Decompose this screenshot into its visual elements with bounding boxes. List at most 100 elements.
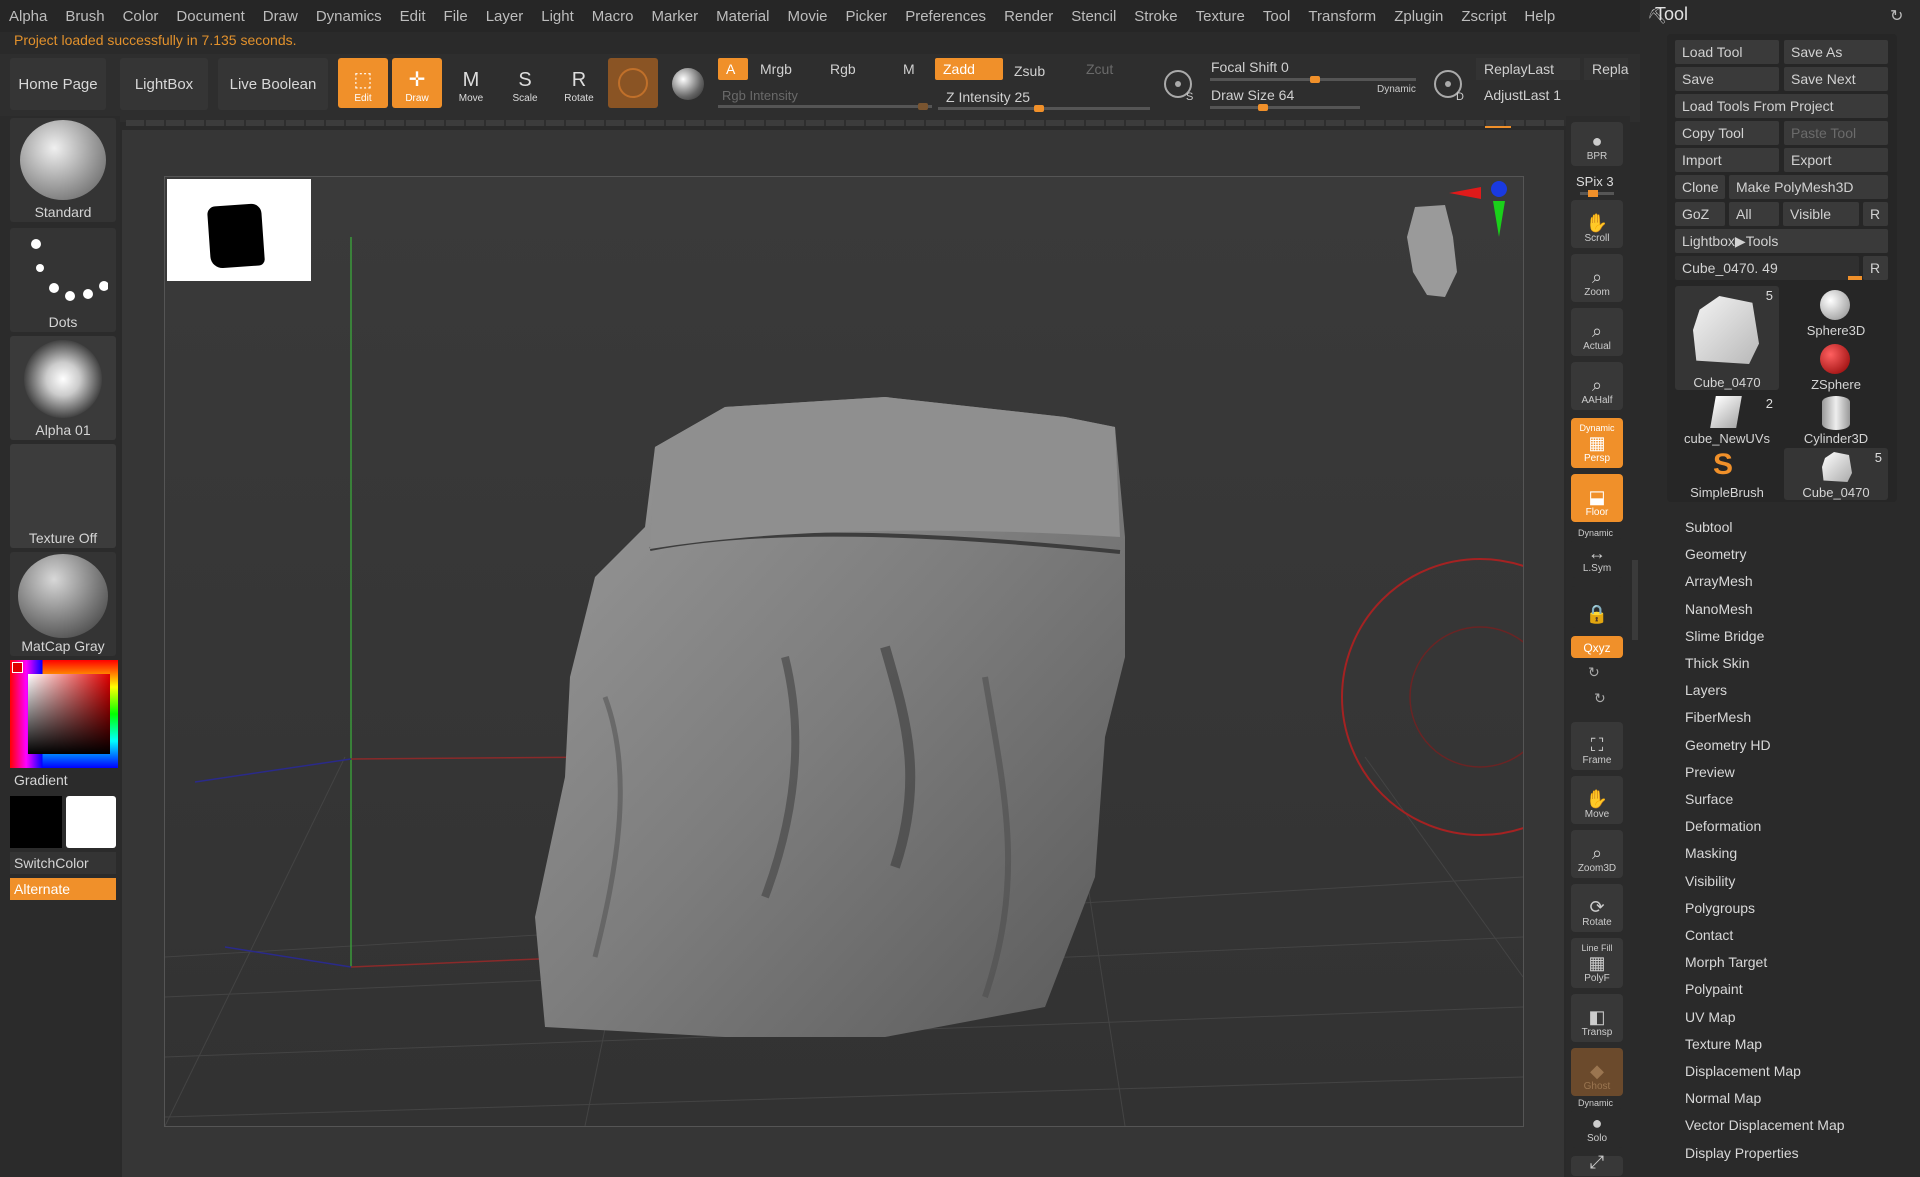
rgb-intensity-slider[interactable]: Rgb Intensity	[714, 84, 806, 106]
menu-file[interactable]: File	[435, 8, 477, 25]
material-swatch-button[interactable]	[608, 58, 658, 108]
texture-selector[interactable]: Texture Off	[10, 444, 116, 548]
draw-size-slider[interactable]: Draw Size 64	[1203, 84, 1302, 106]
replay-icon[interactable]: D	[1430, 62, 1470, 103]
mrgb-toggle[interactable]: Mrgb	[752, 58, 800, 80]
solo-button[interactable]: ● Solo	[1571, 1108, 1623, 1148]
menu-draw[interactable]: Draw	[254, 8, 307, 25]
menu-zplugin[interactable]: Zplugin	[1385, 8, 1452, 25]
subpalette-fibermesh[interactable]: FiberMesh	[1685, 709, 1751, 725]
subpalette-displacement-map[interactable]: Displacement Map	[1685, 1063, 1801, 1079]
focal-shift-track[interactable]	[1210, 76, 1416, 83]
tool-thumb-zsphere[interactable]: ZSphere	[1784, 340, 1888, 392]
subpalette-display-properties[interactable]: Display Properties	[1685, 1145, 1799, 1161]
document-canvas[interactable]	[164, 176, 1524, 1127]
clone-button[interactable]: Clone	[1675, 175, 1725, 199]
a-toggle[interactable]: A	[718, 58, 748, 80]
zsub-toggle[interactable]: Zsub	[1006, 60, 1053, 82]
menu-render[interactable]: Render	[995, 8, 1062, 25]
load-tool-button[interactable]: Load Tool	[1675, 40, 1779, 64]
frame-button[interactable]: ⛶ Frame	[1571, 722, 1623, 770]
subpalette-slime-bridge[interactable]: Slime Bridge	[1685, 628, 1764, 644]
focal-shift-slider[interactable]: Focal Shift 0	[1203, 56, 1297, 78]
goz-all-button[interactable]: All	[1729, 202, 1779, 226]
gradient-label[interactable]: Gradient	[14, 772, 68, 788]
menu-preferences[interactable]: Preferences	[896, 8, 995, 25]
subpalette-polypaint[interactable]: Polypaint	[1685, 981, 1743, 997]
subpalette-texture-map[interactable]: Texture Map	[1685, 1036, 1762, 1052]
rgb-intensity-track[interactable]	[718, 103, 932, 110]
aahalf-button[interactable]: ⌕ AAHalf	[1571, 362, 1623, 410]
stroke-selector[interactable]: Dots	[10, 228, 116, 332]
spix-knob[interactable]	[1588, 190, 1598, 197]
live-boolean-button[interactable]: Live Boolean	[218, 58, 328, 110]
menu-layer[interactable]: Layer	[477, 8, 533, 25]
scroll-button[interactable]: ✋ Scroll	[1571, 200, 1623, 248]
menu-stroke[interactable]: Stroke	[1125, 8, 1186, 25]
fullscreen-button[interactable]: ⤢	[1571, 1152, 1623, 1176]
draw-button[interactable]: ✛ Draw	[392, 58, 442, 108]
current-tool-slider[interactable]: Cube_0470. 49	[1675, 256, 1859, 280]
menu-movie[interactable]: Movie	[778, 8, 836, 25]
menu-dynamics[interactable]: Dynamics	[307, 8, 391, 25]
rotate-z-icon[interactable]: ↻	[1588, 664, 1600, 681]
export-button[interactable]: Export	[1784, 148, 1888, 172]
material-selector[interactable]: MatCap Gray	[10, 552, 116, 656]
tool-thumb-cube-0470-alt[interactable]: 5 Cube_0470	[1784, 448, 1888, 500]
subpalette-masking[interactable]: Masking	[1685, 845, 1737, 861]
m-toggle[interactable]: M	[895, 58, 923, 80]
save-next-button[interactable]: Save Next	[1784, 67, 1888, 91]
z-intensity-knob[interactable]	[1034, 105, 1044, 112]
bpr-button[interactable]: ● BPR	[1571, 122, 1623, 166]
persp-button[interactable]: Dynamic ▦ Persp	[1571, 418, 1623, 468]
floor-button[interactable]: ⬓ Floor	[1571, 474, 1623, 522]
menu-brush[interactable]: Brush	[56, 8, 113, 25]
z-intensity-track[interactable]	[938, 105, 1150, 112]
make-polymesh3d-button[interactable]: Make PolyMesh3D	[1729, 175, 1888, 199]
copy-tool-button[interactable]: Copy Tool	[1675, 121, 1779, 145]
import-button[interactable]: Import	[1675, 148, 1779, 172]
subpalette-layers[interactable]: Layers	[1685, 682, 1727, 698]
main-color-swatch[interactable]	[10, 796, 62, 848]
menu-light[interactable]: Light	[532, 8, 583, 25]
lsym-button[interactable]: ↔ L.Sym	[1571, 538, 1623, 578]
rotate-button[interactable]: R Rotate	[554, 58, 604, 108]
menu-marker[interactable]: Marker	[642, 8, 707, 25]
menu-transform[interactable]: Transform	[1299, 8, 1385, 25]
lightbox-tools-button[interactable]: Lightbox▶Tools	[1675, 229, 1888, 253]
alpha-selector[interactable]: Alpha 01	[10, 336, 116, 440]
subpalette-morph-target[interactable]: Morph Target	[1685, 954, 1767, 970]
load-tools-from-project-button[interactable]: Load Tools From Project	[1675, 94, 1888, 118]
menu-edit[interactable]: Edit	[391, 8, 435, 25]
subpalette-subtool[interactable]: Subtool	[1685, 519, 1732, 535]
focal-shift-icon[interactable]: S	[1160, 62, 1200, 103]
switch-color-button[interactable]: SwitchColor	[10, 852, 116, 874]
save-button[interactable]: Save	[1675, 67, 1779, 91]
focal-shift-knob[interactable]	[1310, 76, 1320, 83]
zadd-toggle[interactable]: Zadd	[935, 58, 1003, 80]
menu-picker[interactable]: Picker	[837, 8, 897, 25]
subpalette-visibility[interactable]: Visibility	[1685, 873, 1735, 889]
home-page-button[interactable]: Home Page	[10, 58, 106, 110]
z-intensity-slider[interactable]: Z Intensity 25	[938, 86, 1038, 108]
viewport-edge-handle[interactable]	[1632, 560, 1638, 640]
menu-zscript[interactable]: Zscript	[1452, 8, 1515, 25]
subpalette-surface[interactable]: Surface	[1685, 791, 1733, 807]
subpalette-nanomesh[interactable]: NanoMesh	[1685, 601, 1753, 617]
refresh-icon[interactable]: ↻	[1890, 6, 1903, 26]
rgb-intensity-knob[interactable]	[918, 103, 928, 110]
zoom-button[interactable]: ⌕ Zoom	[1571, 254, 1623, 302]
tool-thumb-sphere3d[interactable]: Sphere3D	[1784, 286, 1888, 338]
tool-thumb-cube-0470[interactable]: 5 Cube_0470	[1675, 286, 1779, 390]
color-picker[interactable]	[10, 660, 118, 768]
draw-size-track[interactable]	[1210, 104, 1360, 111]
local-button[interactable]: 🔒	[1571, 586, 1623, 628]
subpalette-uv-map[interactable]: UV Map	[1685, 1009, 1736, 1025]
edit-button[interactable]: ⬚ Edit	[338, 58, 388, 108]
secondary-color-swatch[interactable]	[66, 796, 116, 848]
spix-track[interactable]	[1580, 190, 1614, 197]
move-view-button[interactable]: ✋ Move	[1571, 776, 1623, 824]
transp-button[interactable]: ◧ Transp	[1571, 994, 1623, 1042]
subpalette-geometry-hd[interactable]: Geometry HD	[1685, 737, 1771, 753]
color-square[interactable]	[28, 674, 110, 754]
